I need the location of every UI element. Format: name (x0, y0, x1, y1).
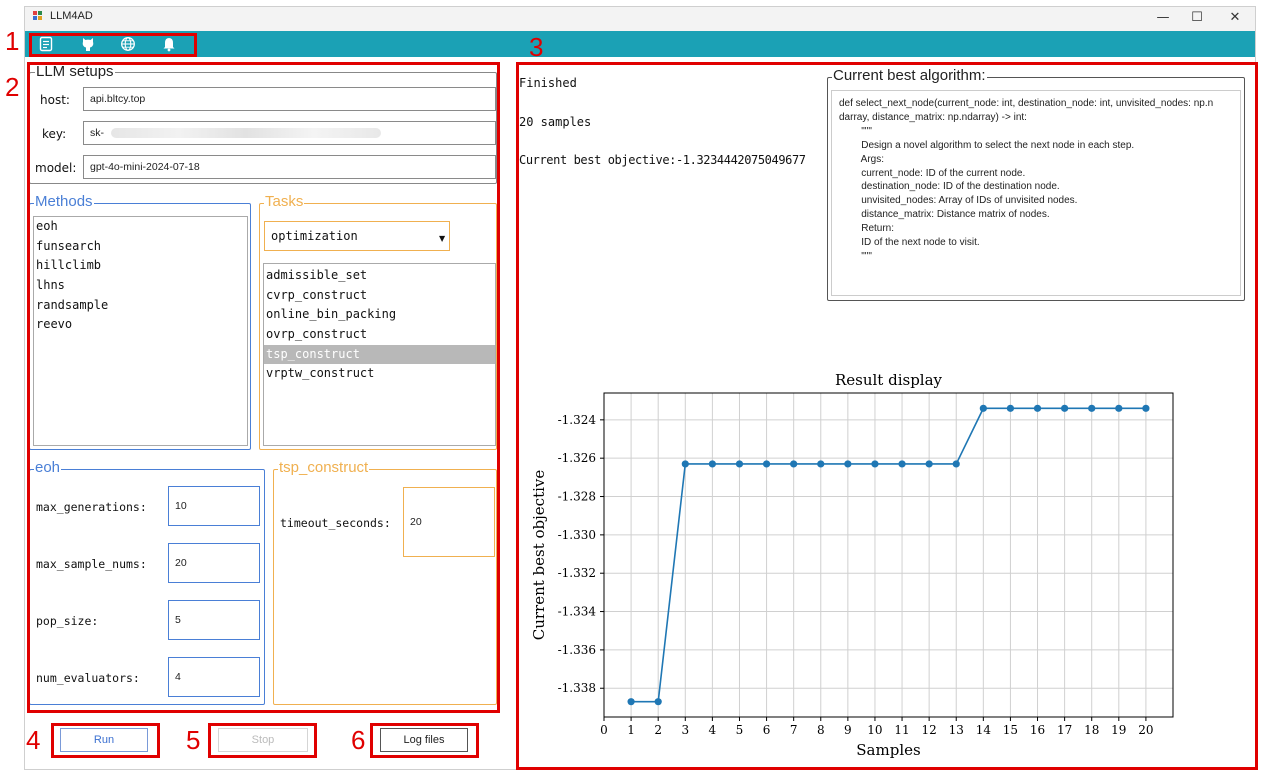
annotation-number-6: 6 (351, 725, 366, 755)
annotation-box-6 (370, 723, 479, 758)
maximize-button[interactable]: ☐ (1180, 8, 1214, 28)
window-title: LLM4AD (50, 10, 93, 22)
annotation-box-2 (27, 62, 500, 713)
close-button[interactable]: ✕ (1218, 8, 1252, 28)
annotation-box-4 (51, 723, 160, 758)
annotation-number-5: 5 (186, 725, 201, 755)
annotation-number-4: 4 (26, 725, 41, 755)
title-bar (25, 7, 1255, 31)
annotation-box-5 (208, 723, 317, 758)
annotation-box-3 (516, 62, 1258, 770)
minimize-button[interactable]: — (1146, 8, 1180, 28)
annotation-number-3: 3 (529, 32, 544, 62)
annotation-number-2: 2 (5, 72, 20, 102)
annotation-box-1 (29, 33, 197, 57)
toolbar (25, 31, 1255, 57)
annotation-number-1: 1 (5, 26, 20, 56)
app-logo-icon (33, 11, 45, 23)
